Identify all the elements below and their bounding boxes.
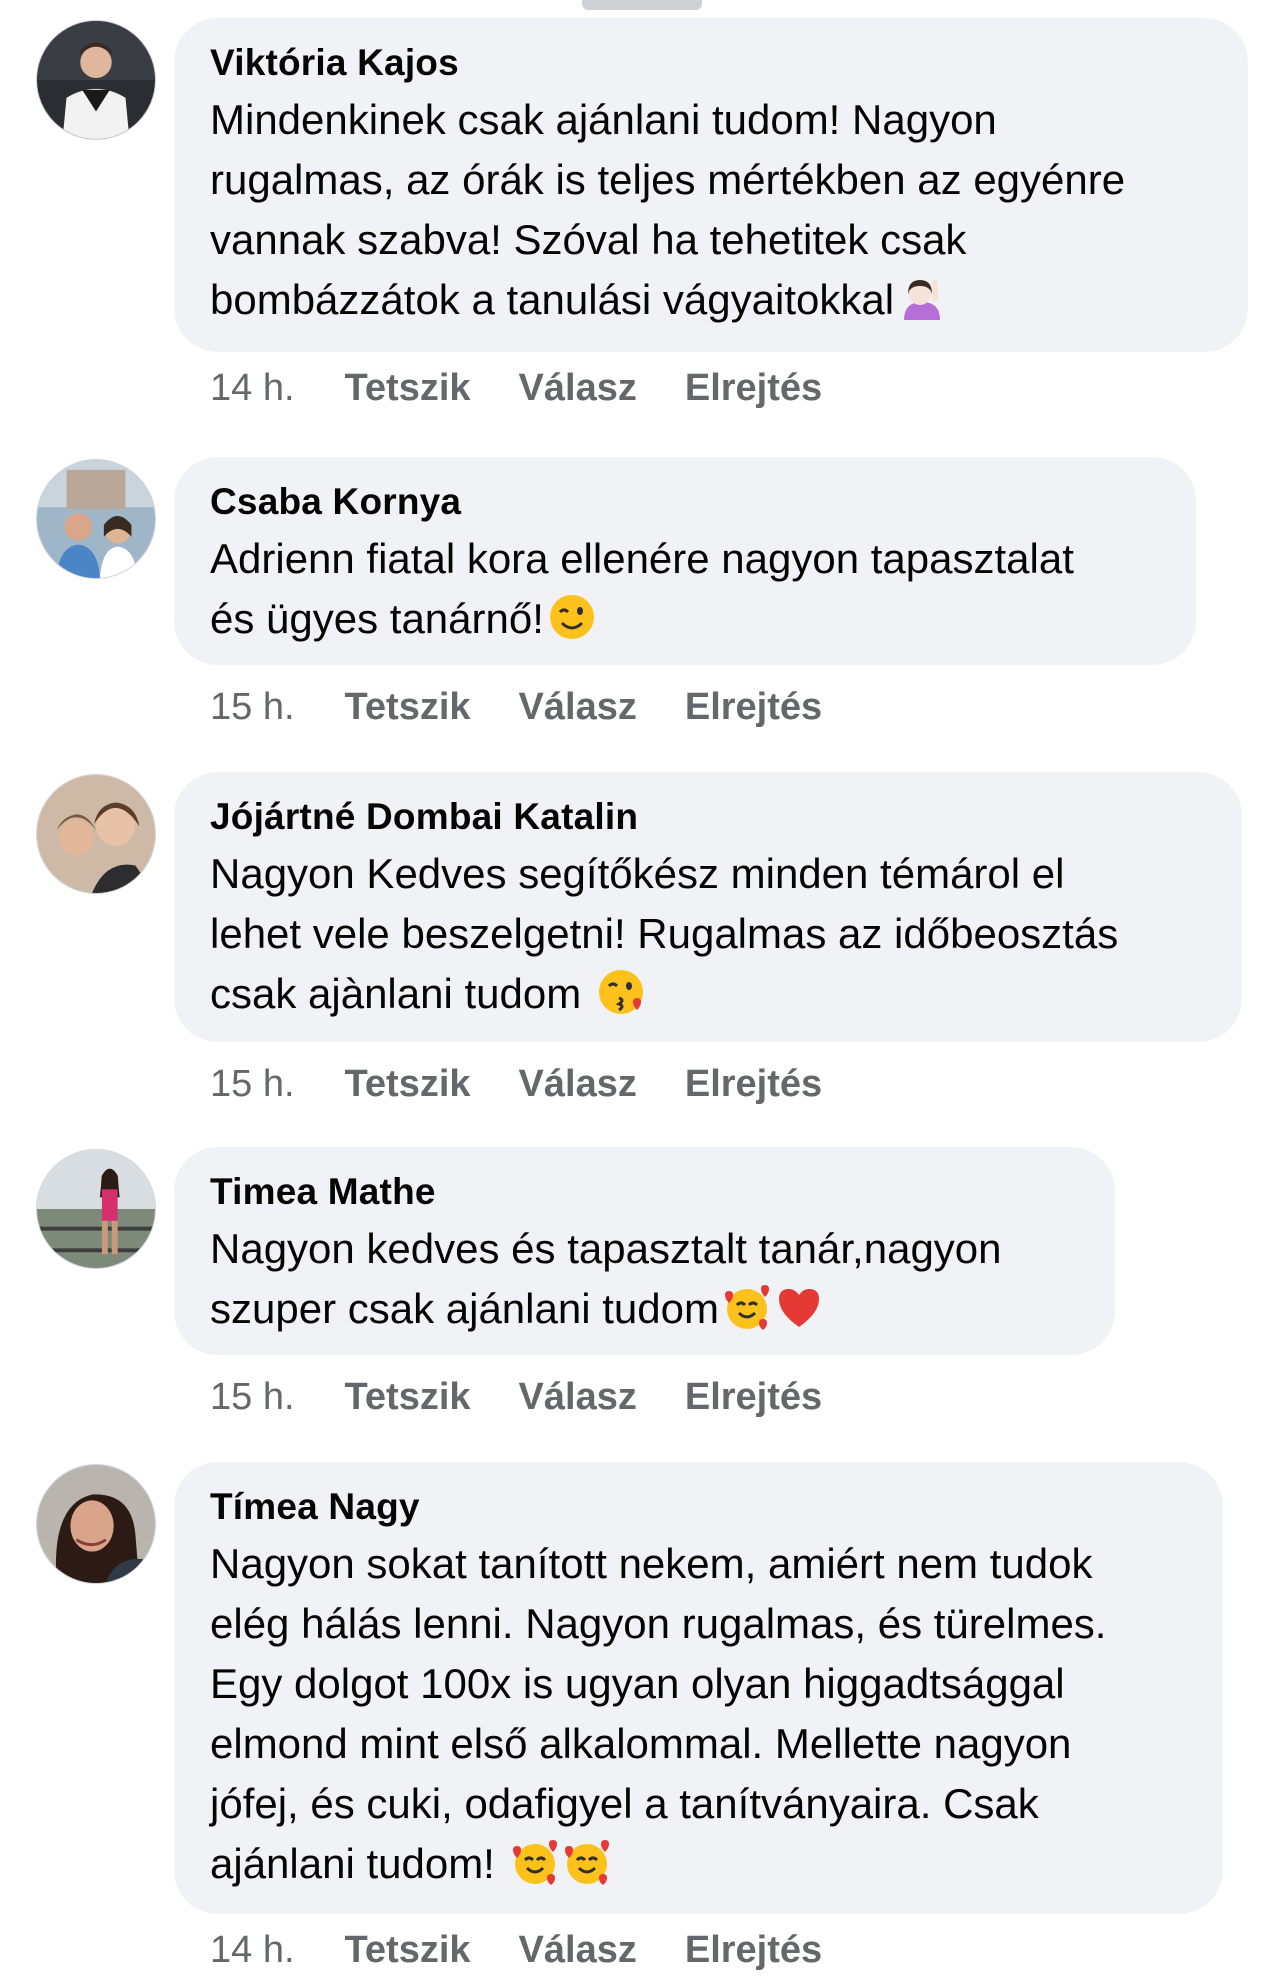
winking-face-emoji xyxy=(548,593,596,641)
hide-button[interactable]: Elrejtés xyxy=(685,1062,822,1106)
comment-bubble: Viktória Kajos Mindenkinek csak ajánlani… xyxy=(174,18,1248,352)
like-button[interactable]: Tetszik xyxy=(345,1062,471,1106)
like-button[interactable]: Tetszik xyxy=(345,1928,471,1972)
smiling-hearts-emoji xyxy=(511,1838,559,1886)
hide-button[interactable]: Elrejtés xyxy=(685,366,822,410)
avatar[interactable] xyxy=(36,1149,156,1269)
reply-button[interactable]: Válasz xyxy=(519,685,637,729)
avatar[interactable] xyxy=(36,459,156,579)
smiling-hearts-emoji xyxy=(563,1838,611,1886)
comment-body: Nagyon sokat tanított nekem, amiért nem … xyxy=(210,1540,1107,1887)
comment-time[interactable]: 15 h. xyxy=(210,1375,295,1419)
comment-author[interactable]: Tímea Nagy xyxy=(210,1484,1187,1530)
comment-actions: 14 h. Tetszik Válasz Elrejtés xyxy=(210,366,870,410)
hide-button[interactable]: Elrejtés xyxy=(685,685,822,729)
comment-text: Nagyon kedves és tapasztalt tanár,nagyon… xyxy=(210,1219,1079,1339)
comment-author[interactable]: Csaba Kornya xyxy=(210,479,1160,525)
comment-bubble: Timea Mathe Nagyon kedves és tapasztalt … xyxy=(174,1147,1115,1355)
comment-time[interactable]: 15 h. xyxy=(210,1062,295,1106)
reply-button[interactable]: Válasz xyxy=(519,1928,637,1972)
comment-author[interactable]: Timea Mathe xyxy=(210,1169,1079,1215)
comment-actions: 15 h. Tetszik Válasz Elrejtés xyxy=(210,1375,870,1419)
comment-body: Nagyon kedves és tapasztalt tanár,nagyon… xyxy=(210,1225,1002,1332)
avatar[interactable] xyxy=(36,1464,156,1584)
hide-button[interactable]: Elrejtés xyxy=(685,1375,822,1419)
comment-author[interactable]: Viktória Kajos xyxy=(210,40,1212,86)
comment-time[interactable]: 14 h. xyxy=(210,1928,295,1972)
red-heart-emoji xyxy=(775,1283,823,1331)
comment-text: Nagyon sokat tanított nekem, amiért nem … xyxy=(210,1534,1187,1894)
drag-handle[interactable] xyxy=(582,0,702,10)
comment-time[interactable]: 15 h. xyxy=(210,685,295,729)
comment-time[interactable]: 14 h. xyxy=(210,366,295,410)
kissing-face-emoji xyxy=(597,968,645,1016)
raising-hand-emoji xyxy=(898,274,946,322)
like-button[interactable]: Tetszik xyxy=(345,685,471,729)
comment-text: Adrienn fiatal kora ellenére nagyon tapa… xyxy=(210,529,1160,649)
like-button[interactable]: Tetszik xyxy=(345,366,471,410)
comment-body: Adrienn fiatal kora ellenére nagyon tapa… xyxy=(210,535,1074,642)
comment-text: Mindenkinek csak ajánlani tudom! Nagyon … xyxy=(210,90,1212,330)
comment-text: Nagyon Kedves segítőkész minden témárol … xyxy=(210,844,1206,1024)
comment-author[interactable]: Jójártné Dombai Katalin xyxy=(210,794,1206,840)
comment-bubble: Tímea Nagy Nagyon sokat tanított nekem, … xyxy=(174,1462,1223,1914)
like-button[interactable]: Tetszik xyxy=(345,1375,471,1419)
comment-bubble: Jójártné Dombai Katalin Nagyon Kedves se… xyxy=(174,772,1242,1042)
comment-body: Mindenkinek csak ajánlani tudom! Nagyon … xyxy=(210,96,1126,323)
reply-button[interactable]: Válasz xyxy=(519,1062,637,1106)
avatar[interactable] xyxy=(36,774,156,894)
comment-bubble: Csaba Kornya Adrienn fiatal kora ellenér… xyxy=(174,457,1196,665)
hide-button[interactable]: Elrejtés xyxy=(685,1928,822,1972)
comment-body: Nagyon Kedves segítőkész minden témárol … xyxy=(210,850,1119,1017)
reply-button[interactable]: Válasz xyxy=(519,1375,637,1419)
smiling-hearts-emoji xyxy=(723,1283,771,1331)
reply-button[interactable]: Válasz xyxy=(519,366,637,410)
avatar[interactable] xyxy=(36,20,156,140)
comment-actions: 15 h. Tetszik Válasz Elrejtés xyxy=(210,685,870,729)
comment-actions: 15 h. Tetszik Válasz Elrejtés xyxy=(210,1062,870,1106)
comment-actions: 14 h. Tetszik Válasz Elrejtés xyxy=(210,1928,870,1972)
